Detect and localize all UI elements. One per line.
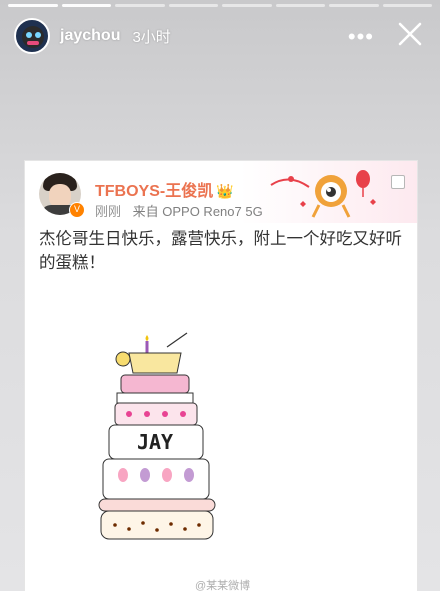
post-text: 杰伦哥生日快乐，露营快乐，附上一个好吃又好听的蛋糕！ bbox=[39, 230, 402, 272]
progress-segment bbox=[275, 4, 325, 7]
watermark: @某某微博 bbox=[195, 580, 251, 591]
close-icon[interactable] bbox=[396, 20, 424, 48]
progress-segment bbox=[8, 4, 58, 7]
post-author-name[interactable]: TFBOYS-王俊凯 👑 bbox=[95, 177, 234, 201]
post-menu-icon[interactable] bbox=[391, 175, 405, 189]
cake-drawing: JAY bbox=[98, 332, 216, 540]
story-timestamp: 3小时 bbox=[132, 28, 171, 46]
crown-icon: 👑 bbox=[216, 183, 234, 199]
verified-icon: V bbox=[69, 202, 85, 218]
festive-decoration-icon bbox=[270, 170, 376, 218]
progress-segment bbox=[382, 4, 432, 7]
post-header: V TFBOYS-王俊凯 👑 刚刚 来自 OPPO Reno7 5G bbox=[25, 161, 417, 223]
progress-segment bbox=[115, 4, 165, 7]
progress-segment bbox=[168, 4, 218, 7]
post-meta: 刚刚 来自 OPPO Reno7 5G bbox=[95, 201, 263, 220]
cake-text: JAY bbox=[137, 430, 173, 454]
story-username[interactable]: jaychou bbox=[60, 27, 120, 45]
story-header: jaychou 3小时 ••• bbox=[14, 16, 426, 56]
post-timestamp: 刚刚 bbox=[95, 204, 122, 219]
progress-segment bbox=[329, 4, 379, 7]
more-icon[interactable]: ••• bbox=[348, 24, 374, 50]
progress-segment bbox=[61, 4, 111, 7]
progress-segment bbox=[222, 4, 272, 7]
post-source: 来自 OPPO Reno7 5G bbox=[132, 204, 263, 219]
avatar-icon[interactable] bbox=[14, 18, 50, 54]
story-progress-bar bbox=[8, 4, 432, 7]
weibo-post-card: V TFBOYS-王俊凯 👑 刚刚 来自 OPPO Reno7 5G 杰伦哥生日快… bbox=[24, 160, 418, 591]
